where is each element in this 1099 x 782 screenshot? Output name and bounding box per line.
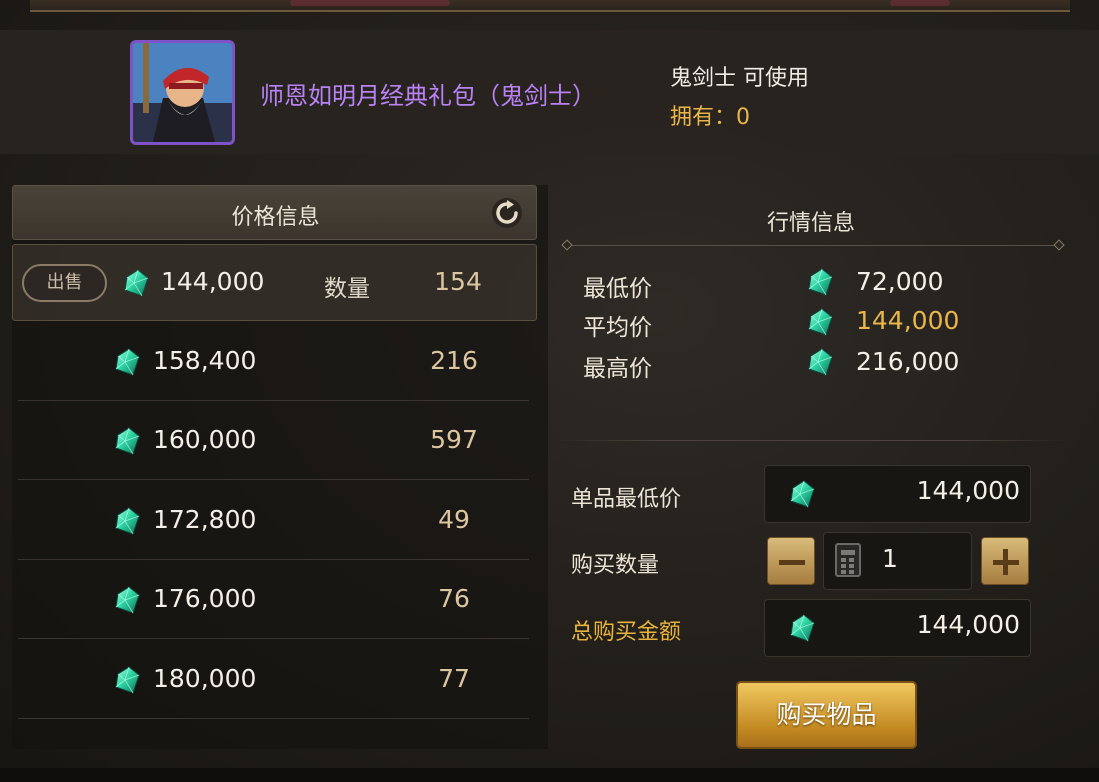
gem-icon [112,347,142,377]
decrease-quantity-button[interactable] [767,537,815,585]
owned-count: 拥有：0 [670,105,750,130]
avg-price-label: 平均价 [583,315,652,341]
character-portrait-icon [133,43,232,142]
total-amount-label: 总购买金额 [571,620,682,645]
listing-row[interactable]: 172,800 49 [12,483,537,560]
quantity-label: 数量 [324,276,370,302]
market-info-panel: 行情信息 最低价 72,000 平均价 144,000 最高价 216,000 … [555,185,1075,749]
price-info-title: 价格信息 [231,205,320,230]
unit-min-price-label: 单品最低价 [571,487,682,512]
quantity-value[interactable]: 1 [882,544,898,573]
listing-price: 172,800 [153,505,257,534]
total-amount-field: 144,000 [764,599,1031,657]
gem-icon [787,613,817,643]
section-divider [555,440,1067,441]
listing-quantity: 77 [438,664,470,693]
class-restriction: 鬼剑士 可使用 [670,66,809,91]
listing-row[interactable]: 158,400 216 [12,324,537,401]
increase-quantity-button[interactable] [981,537,1029,585]
sell-button[interactable]: 出售 [22,264,107,302]
max-price-value: 216,000 [856,347,960,376]
listing-price: 144,000 [161,267,265,296]
gem-icon [112,665,142,695]
listing-row[interactable]: 180,000 77 [12,642,537,719]
price-info-header: 价格信息 [12,185,537,240]
minus-icon [779,560,805,565]
gem-icon [121,268,151,298]
listing-price: 176,000 [153,584,257,613]
listing-quantity: 154 [434,267,482,296]
gem-icon [787,479,817,509]
gem-icon [805,347,835,377]
bottom-strip [0,768,1099,782]
listing-price: 180,000 [153,664,257,693]
gem-icon [112,426,142,456]
listing-row-selected[interactable]: 出售 144,000 数量 154 [12,244,537,321]
min-price-value: 72,000 [856,267,944,296]
total-amount-value: 144,000 [916,610,1020,639]
listing-price: 158,400 [153,346,257,375]
refresh-icon[interactable] [490,196,524,230]
gem-icon [805,307,835,337]
avg-price-value: 144,000 [856,306,960,335]
listing-quantity: 597 [430,425,478,454]
unit-min-price-field: 144,000 [764,465,1031,523]
item-name: 师恩如明月经典礼包（鬼剑士） [260,82,596,110]
top-banner-strip [30,0,1070,12]
gem-icon [805,267,835,297]
max-price-label: 最高价 [583,356,652,382]
listing-row[interactable]: 176,000 76 [12,562,537,639]
calculator-icon[interactable] [835,543,861,577]
listing-quantity: 216 [430,346,478,375]
listing-quantity: 76 [438,584,470,613]
gem-icon [112,585,142,615]
listing-quantity: 49 [438,505,470,534]
quantity-input[interactable]: 1 [823,532,972,590]
listing-price: 160,000 [153,425,257,454]
market-info-title: 行情信息 [766,211,855,236]
item-avatar[interactable] [130,40,235,145]
unit-min-price-value: 144,000 [916,476,1020,505]
gem-icon [112,506,142,536]
market-screen: 师恩如明月经典礼包（鬼剑士） 鬼剑士 可使用 拥有：0 价格信息 出售 144,… [0,0,1099,782]
buy-quantity-label: 购买数量 [571,553,660,578]
listing-row[interactable]: 160,000 597 [12,403,537,480]
buy-item-button[interactable]: 购买物品 [736,681,917,749]
ornament-divider [561,239,1065,251]
min-price-label: 最低价 [583,276,652,302]
